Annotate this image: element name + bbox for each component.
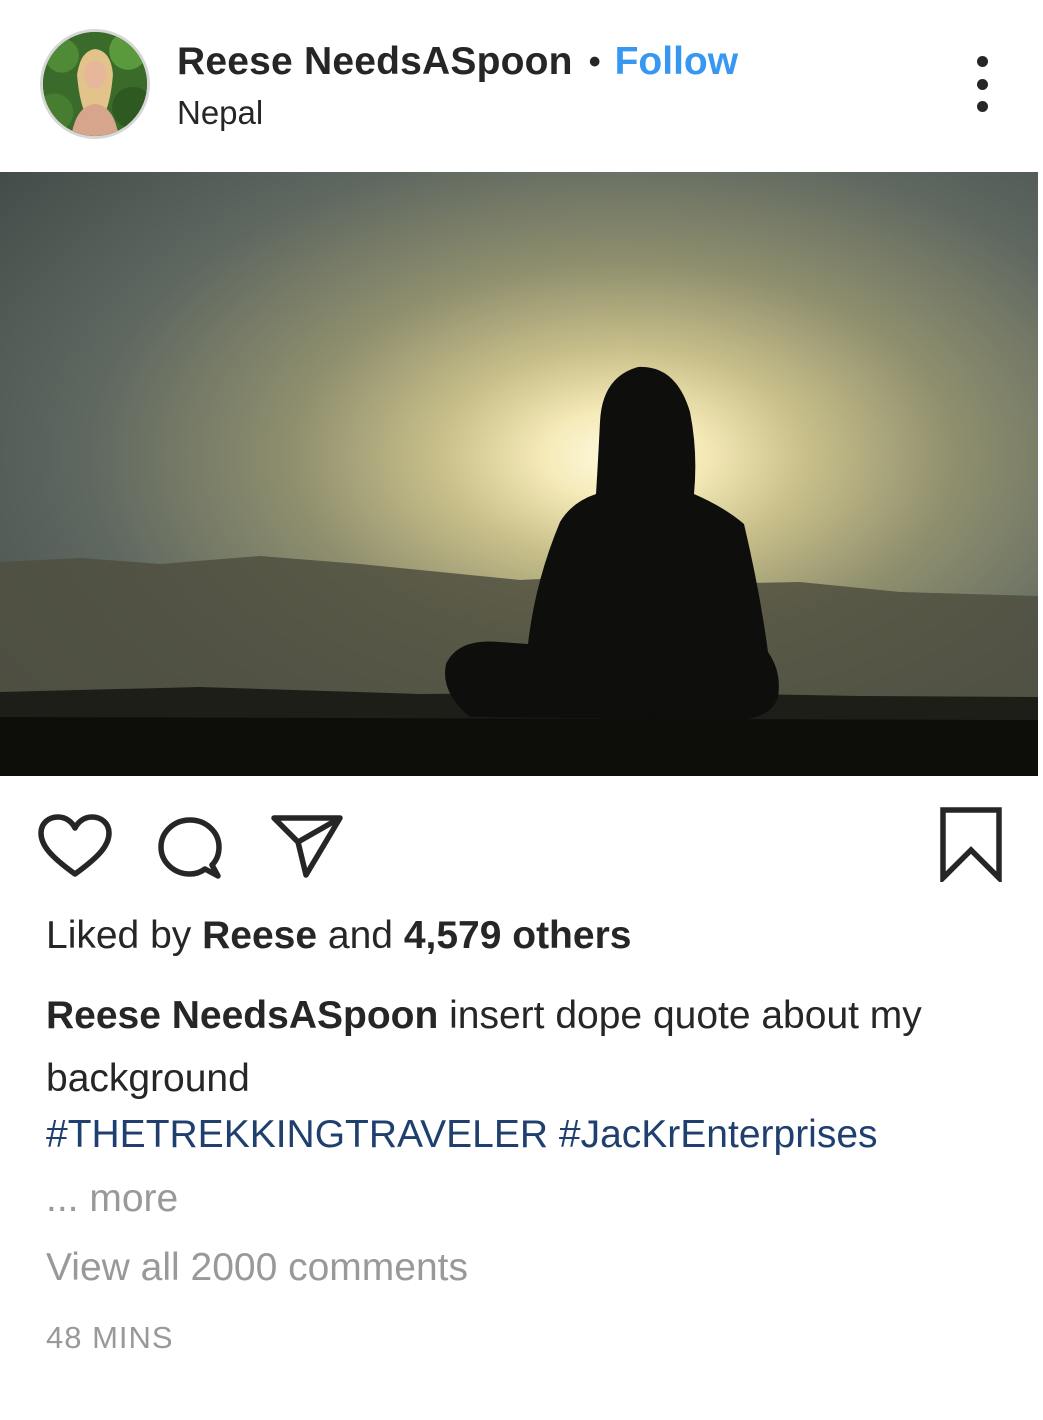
paper-plane-icon[interactable] — [270, 812, 344, 880]
follow-button[interactable]: Follow — [615, 40, 738, 84]
likes-summary: Liked by Reese and 4,579 others — [46, 914, 631, 958]
comment-bubble-icon[interactable] — [155, 815, 227, 881]
header-title-row: Reese NeedsASpoon • Follow — [177, 38, 738, 86]
post-header: Reese NeedsASpoon • Follow Nepal — [0, 0, 1043, 172]
avatar-image — [43, 32, 147, 136]
separator-dot: • — [588, 42, 601, 81]
sunset-silhouette-image — [0, 172, 1038, 776]
more-dot — [976, 78, 988, 90]
likes-connector: and — [327, 914, 393, 957]
likes-prefix: Liked by — [46, 914, 192, 957]
hashtags: #THETREKKINGTRAVELER #JacKrEnterprises — [46, 1113, 878, 1157]
action-bar — [0, 776, 1043, 906]
more-options-icon[interactable] — [962, 56, 1002, 112]
location-link[interactable]: Nepal — [177, 94, 263, 132]
heart-icon[interactable] — [38, 814, 112, 880]
more-dot — [976, 56, 988, 67]
avatar[interactable] — [40, 29, 150, 139]
hashtag-link[interactable]: #THETREKKINGTRAVELER — [46, 1113, 548, 1156]
caption: Reese NeedsASpoon insert dope quote abou… — [46, 984, 996, 1110]
post-photo[interactable] — [0, 172, 1038, 776]
hashtag-link[interactable]: #JacKrEnterprises — [559, 1113, 878, 1156]
post-timestamp: 48 MINS — [46, 1320, 174, 1355]
likes-count-link[interactable]: 4,579 others — [404, 914, 632, 957]
more-dot — [976, 101, 988, 112]
caption-more-link[interactable]: ... more — [46, 1177, 178, 1221]
username-link[interactable]: Reese NeedsASpoon — [177, 40, 573, 84]
liker-link[interactable]: Reese — [202, 914, 317, 957]
bookmark-icon[interactable] — [938, 806, 1004, 882]
view-all-comments-link[interactable]: View all 2000 comments — [46, 1246, 468, 1290]
caption-username-link[interactable]: Reese NeedsASpoon — [46, 994, 438, 1037]
